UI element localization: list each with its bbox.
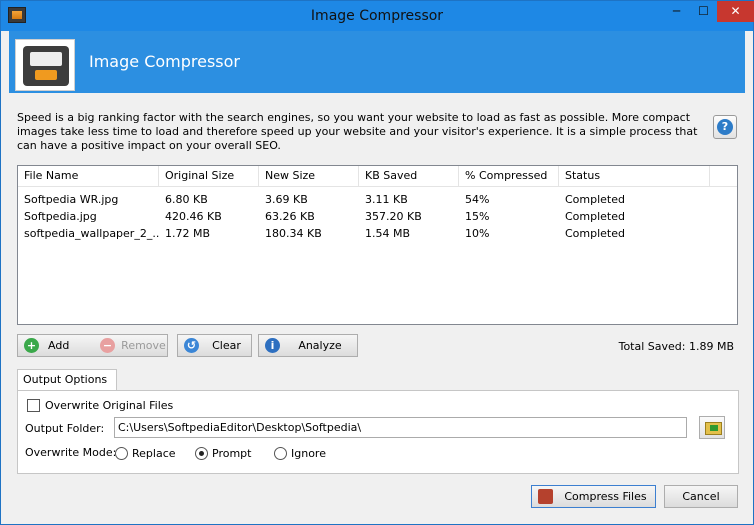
radio-ignore[interactable] [274,447,287,460]
compress-label: Compress Files [564,490,647,503]
cell-percent-compressed: 15% [465,210,490,223]
column-header-kb-saved[interactable]: KB Saved [359,166,459,187]
refresh-icon: ↺ [184,338,199,353]
remove-label: Remove [121,339,166,352]
clear-button[interactable]: ↺ Clear [177,334,252,357]
output-folder-field[interactable]: C:\Users\SoftpediaEditor\Desktop\Softped… [114,417,687,438]
browse-folder-button[interactable] [699,416,725,439]
cell-percent-compressed: 10% [465,227,490,240]
table-row[interactable]: softpedia_wallpaper_2_... 1.72 MB 180.34… [18,225,737,242]
maximize-button[interactable]: ☐ [690,1,717,22]
radio-prompt-label: Prompt [212,447,252,460]
total-saved: Total Saved: 1.89 MB [618,340,734,353]
add-label: Add [48,339,70,352]
banner-title: Image Compressor [89,52,241,71]
radio-prompt[interactable] [195,447,208,460]
overwrite-original-checkbox[interactable] [27,399,40,412]
overwrite-mode-label: Overwrite Mode: [25,446,117,459]
column-header-original-size[interactable]: Original Size [159,166,259,187]
remove-button[interactable]: − Remove [96,334,168,357]
cell-status: Completed [565,227,625,240]
radio-ignore-label: Ignore [291,447,326,460]
analyze-label: Analyze [298,339,342,352]
radio-replace[interactable] [115,447,128,460]
description-text: Speed is a big ranking factor with the s… [17,111,698,152]
cell-status: Completed [565,193,625,206]
compress-icon [538,489,553,504]
help-button[interactable]: ? [713,115,737,139]
column-header-percent-compressed[interactable]: % Compressed [459,166,559,187]
cell-original-size: 420.46 KB [165,210,222,223]
column-header-file-name[interactable]: File Name [18,166,159,187]
output-options-panel: Overwrite Original Files Output Folder: … [17,390,739,474]
column-header-new-size[interactable]: New Size [259,166,359,187]
file-list-header: File Name Original Size New Size KB Save… [18,166,737,187]
minimize-button[interactable]: ─ [663,1,690,22]
table-row[interactable]: Softpedia WR.jpg 6.80 KB 3.69 KB 3.11 KB… [18,191,737,208]
cell-kb-saved: 1.54 MB [365,227,411,240]
cell-file-name: Softpedia WR.jpg [24,193,119,206]
cell-original-size: 6.80 KB [165,193,208,206]
help-icon: ? [717,119,733,135]
file-list[interactable]: File Name Original Size New Size KB Save… [17,165,738,325]
minus-icon: − [100,338,115,353]
cell-status: Completed [565,210,625,223]
cell-new-size: 3.69 KB [265,193,308,206]
cell-kb-saved: 3.11 KB [365,193,408,206]
info-icon: i [265,338,280,353]
image-compressor-logo-icon [15,39,75,91]
window-title: Image Compressor [310,8,444,24]
image-compressor-window: Image Compressor ─ ☐ ✕ Image Compressor … [0,0,754,525]
output-folder-label: Output Folder: [25,422,105,435]
table-row[interactable]: Softpedia.jpg 420.46 KB 63.26 KB 357.20 … [18,208,737,225]
close-button[interactable]: ✕ [717,1,754,22]
cell-percent-compressed: 54% [465,193,490,206]
title-bar[interactable]: Image Compressor ─ ☐ ✕ [1,1,754,31]
tab-output-options[interactable]: Output Options [17,369,117,391]
cell-new-size: 63.26 KB [265,210,315,223]
overwrite-original-label: Overwrite Original Files [45,399,174,412]
cell-file-name: softpedia_wallpaper_2_... [24,227,159,240]
column-header-status[interactable]: Status [559,166,710,187]
radio-replace-label: Replace [132,447,176,460]
cell-file-name: Softpedia.jpg [24,210,97,223]
cancel-label: Cancel [682,490,720,503]
clear-label: Clear [212,339,241,352]
analyze-button[interactable]: i Analyze [258,334,358,357]
cell-original-size: 1.72 MB [165,227,211,240]
cancel-button[interactable]: Cancel [664,485,738,508]
cell-kb-saved: 357.20 KB [365,210,422,223]
compress-files-button[interactable]: Compress Files [531,485,656,508]
cell-new-size: 180.34 KB [265,227,322,240]
header-banner: Image Compressor [9,31,745,93]
plus-icon: + [24,338,39,353]
